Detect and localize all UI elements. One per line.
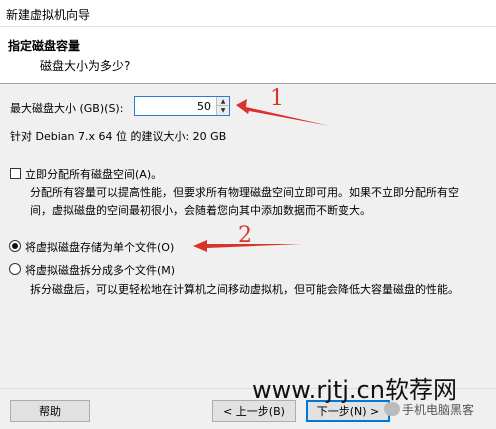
wechat-icon bbox=[384, 402, 400, 416]
watermark-label: 手机电脑黑客 bbox=[402, 403, 475, 417]
watermark-url: www.rjtj.cn软荐网 bbox=[252, 376, 457, 404]
annotation-number-2: 2 bbox=[238, 223, 252, 248]
annotation-number-1: 1 bbox=[270, 86, 284, 111]
annotation-arrows bbox=[193, 99, 330, 252]
help-button[interactable]: 帮助 bbox=[10, 400, 90, 422]
